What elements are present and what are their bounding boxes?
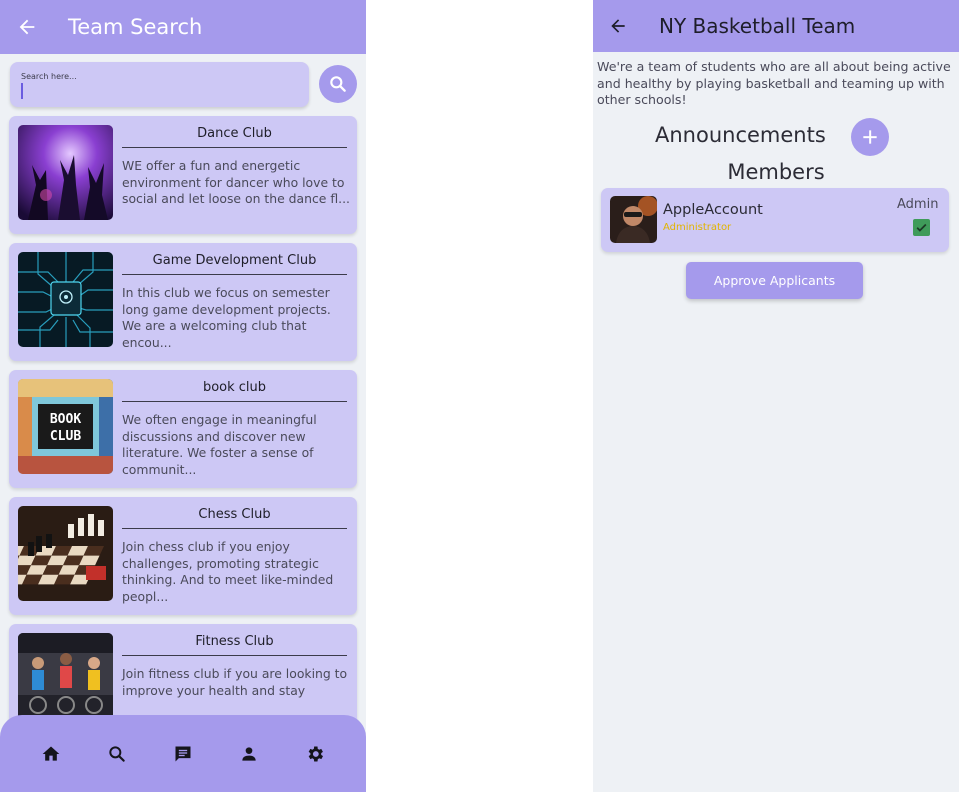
- team-description: We often engage in meaningful discussion…: [122, 412, 317, 477]
- approve-applicants-button[interactable]: Approve Applicants: [686, 262, 863, 299]
- team-description: Join chess club if you enjoy challenges,…: [122, 539, 334, 604]
- page-title: Team Search: [68, 15, 203, 39]
- team-name: Chess Club: [122, 507, 347, 529]
- bottom-nav-bar: [0, 715, 366, 792]
- image-text-club: CLUB: [50, 429, 81, 444]
- chat-icon: [175, 746, 191, 761]
- team-name: Game Development Club: [122, 253, 347, 275]
- team-card[interactable]: Chess Club Join chess club if you enjoy …: [9, 497, 357, 615]
- team-description: WE offer a fun and energetic environment…: [122, 158, 350, 206]
- game-dev-club-image: [18, 252, 113, 347]
- home-icon: [42, 746, 60, 761]
- add-announcement-button[interactable]: [851, 118, 889, 156]
- search-placeholder: Search here...: [21, 72, 77, 81]
- team-description: We're a team of students who are all abo…: [597, 59, 951, 107]
- nav-settings-button[interactable]: [300, 739, 330, 769]
- search-input[interactable]: Search here...: [10, 62, 309, 107]
- chess-club-image: [18, 506, 113, 601]
- team-detail-screen: NY Basketball Team We're a team of stude…: [593, 0, 959, 792]
- team-name: book club: [122, 380, 347, 402]
- nav-profile-button[interactable]: [234, 739, 264, 769]
- arrow-left-icon: [19, 19, 35, 35]
- announcements-heading: Announcements: [655, 123, 826, 147]
- back-button[interactable]: [0, 0, 54, 54]
- admin-label: Admin: [897, 197, 939, 212]
- plus-icon: [863, 130, 877, 144]
- team-description: Join fitness club if you are looking to …: [122, 666, 348, 698]
- search-icon: [330, 76, 346, 92]
- fitness-club-image: [18, 633, 113, 728]
- app-bar: Team Search: [0, 0, 366, 54]
- members-heading: Members: [727, 160, 825, 184]
- text-caret: [21, 83, 23, 99]
- nav-chat-button[interactable]: [168, 739, 198, 769]
- arrow-left-icon: [611, 19, 625, 33]
- page-title: NY Basketball Team: [659, 14, 856, 38]
- announcements-row: Announcements: [593, 118, 959, 156]
- team-card[interactable]: BOOK CLUB book club We often engage in m…: [9, 370, 357, 488]
- nav-home-button[interactable]: [36, 739, 66, 769]
- avatar: [610, 196, 657, 243]
- team-card[interactable]: Game Development Club In this club we fo…: [9, 243, 357, 361]
- book-club-image: BOOK CLUB: [18, 379, 113, 474]
- team-name: Dance Club: [122, 126, 347, 148]
- search-icon: [109, 745, 125, 762]
- team-search-screen: Team Search Search here... Dance Club WE…: [0, 0, 366, 792]
- check-icon: [916, 223, 927, 232]
- member-role: Administrator: [663, 222, 732, 233]
- member-name: AppleAccount: [663, 202, 763, 218]
- app-bar: NY Basketball Team: [593, 0, 959, 52]
- member-row[interactable]: AppleAccount Administrator Admin: [601, 188, 949, 252]
- gear-icon: [308, 746, 323, 761]
- team-description: In this club we focus on semester long g…: [122, 285, 331, 350]
- back-button[interactable]: [593, 0, 643, 52]
- team-card[interactable]: Dance Club WE offer a fun and energetic …: [9, 116, 357, 234]
- search-row: Search here...: [10, 62, 360, 108]
- person-icon: [242, 746, 256, 761]
- team-list: Dance Club WE offer a fun and energetic …: [9, 116, 357, 751]
- admin-checkbox[interactable]: [913, 219, 930, 236]
- search-button[interactable]: [319, 65, 357, 103]
- dance-club-image: [18, 125, 113, 220]
- nav-search-button[interactable]: [102, 739, 132, 769]
- image-text-book: BOOK: [50, 412, 81, 427]
- team-name: Fitness Club: [122, 634, 347, 656]
